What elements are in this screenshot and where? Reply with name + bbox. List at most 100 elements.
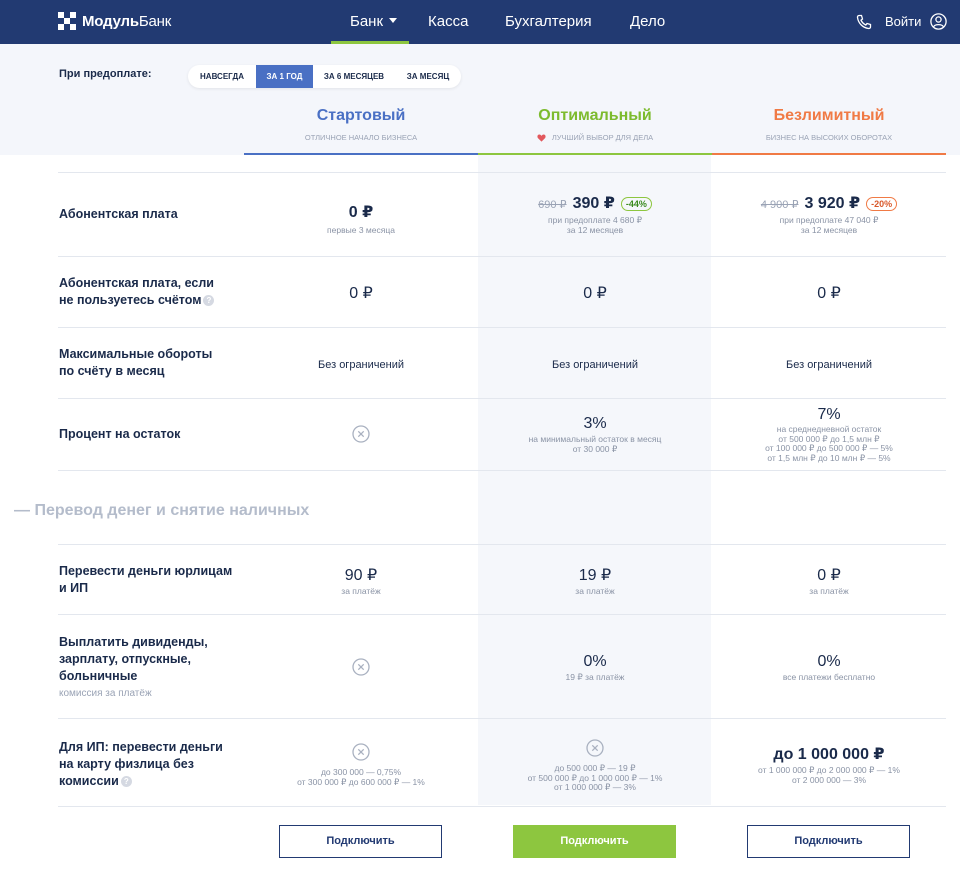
connect-start-button[interactable]: Подключить	[279, 825, 442, 858]
note: все платежи бесплатно	[782, 672, 876, 682]
transfer-start: 90 ₽ за платёж	[244, 565, 478, 597]
plan-underline-unlimited	[712, 153, 946, 155]
fee-unlimited-note: за 12 месяцев	[800, 224, 858, 235]
salary-unlimited: 0% все платежи бесплатно	[712, 653, 946, 683]
plan-name: Оптимальный	[538, 107, 652, 124]
plan-subtitle: ЛУЧШИЙ ВЫБОР ДЛЯ ДЕЛА	[551, 133, 654, 142]
plan-underline-start	[244, 153, 478, 155]
row-divider	[58, 470, 946, 471]
value: Без ограничений	[786, 359, 872, 371]
row-label-fee: Абонентская плата	[59, 207, 178, 221]
row-label-line: не пользуетесь счётом	[59, 293, 202, 307]
prepay-period-switch: НАВСЕГДА ЗА 1 ГОД ЗА 6 МЕСЯЦЕВ ЗА МЕСЯЦ	[188, 65, 461, 88]
logo-icon	[58, 12, 76, 30]
nav-item-bank-label: Банк	[350, 13, 384, 30]
note: от 2 000 000 — 3%	[791, 774, 867, 785]
phone-icon[interactable]	[856, 14, 872, 30]
row-label-line: Максимальные обороты	[59, 347, 213, 361]
note: за платёж	[341, 586, 381, 596]
row-label-note: комиссия за платёж	[59, 688, 152, 699]
row-divider	[58, 806, 946, 807]
nav-item-bank[interactable]: Банк	[350, 0, 398, 44]
transfer-optimal: 19 ₽ за платёж	[478, 565, 712, 597]
row-label-line: и ИП	[59, 581, 89, 595]
row-divider	[58, 614, 946, 615]
note: 19 ₽ за платёж	[565, 672, 625, 682]
not-available-icon	[352, 658, 370, 676]
row-label-line: зарплату, отпускные,	[59, 652, 191, 666]
fee-start-cell: 0 ₽ первые 3 месяца	[244, 202, 478, 236]
logo-text-bold: Модуль	[82, 12, 139, 30]
discount-badge: -44%	[620, 196, 652, 211]
plan-name: Стартовый	[316, 107, 406, 124]
fee-unlimited-value: 3 920 ₽	[804, 195, 861, 212]
value: до 1 000 000 ₽	[773, 746, 885, 763]
row-label-line: больничные	[59, 669, 138, 683]
fee-unused-unlimited: 0 ₽	[712, 283, 946, 303]
plan-header-start[interactable]: Стартовый ОТЛИЧНОЕ НАЧАЛО БИЗНЕСА	[244, 107, 478, 142]
row-label-turnover: Максимальные обороты по счёту в месяц	[59, 346, 212, 380]
plan-header-unlimited[interactable]: Безлимитный БИЗНЕС НА ВЫСОКИХ ОБОРОТАХ	[712, 107, 946, 142]
plan-header-optimal[interactable]: Оптимальный ЛУЧШИЙ ВЫБОР ДЛЯ ДЕЛА	[478, 107, 712, 142]
period-option-1-year[interactable]: ЗА 1 ГОД	[256, 65, 313, 88]
value: Без ограничений	[318, 359, 404, 371]
card-start: до 300 000 — 0,75% от 300 000 ₽ до 600 0…	[244, 743, 478, 787]
connect-optimal-button[interactable]: Подключить	[513, 825, 676, 858]
fee-start-value: 0 ₽	[348, 204, 374, 221]
plan-subtitle: БИЗНЕС НА ВЫСОКИХ ОБОРОТАХ	[765, 133, 893, 142]
row-label-card: Для ИП: перевести деньги на карту физлиц…	[59, 739, 223, 790]
transfer-unlimited: 0 ₽ за платёж	[712, 565, 946, 597]
user-icon[interactable]	[930, 13, 947, 30]
logo-text-light: Банк	[138, 12, 172, 30]
help-icon[interactable]: ?	[120, 776, 132, 788]
row-label-salary: Выплатить дивиденды, зарплату, отпускные…	[59, 634, 208, 702]
logo[interactable]: МодульБанк	[58, 12, 171, 30]
not-available-icon	[352, 425, 370, 443]
row-label-transfer: Перевести деньги юрлицам и ИП	[59, 563, 232, 597]
connect-unlimited-button[interactable]: Подключить	[747, 825, 910, 858]
row-label-fee-unused: Абонентская плата, если не пользуетесь с…	[59, 275, 215, 309]
row-divider	[58, 256, 946, 257]
value: 3%	[583, 415, 607, 432]
turnover-unlimited: Без ограничений	[712, 355, 946, 373]
plan-name: Безлимитный	[773, 107, 885, 124]
interest-start	[244, 425, 478, 448]
nav-item-kassa[interactable]: Касса	[428, 0, 468, 44]
card-optimal: до 500 000 ₽ — 19 ₽ от 500 000 ₽ до 1 00…	[478, 739, 712, 793]
login-link[interactable]: Войти	[885, 0, 921, 44]
value: 0 ₽	[583, 285, 607, 302]
row-label-line: комиссии	[59, 774, 119, 788]
row-divider	[58, 398, 946, 399]
row-label-line: Для ИП: перевести деньги	[59, 740, 223, 754]
nav-item-delo[interactable]: Дело	[630, 0, 665, 44]
row-label-line: на карту физлица без	[59, 757, 194, 771]
interest-optimal: 3% на минимальный остаток в месяц от 30 …	[478, 415, 712, 454]
section-title-transfers: — Перевод денег и снятие наличных	[14, 502, 310, 519]
fee-optimal-cell: 690 ₽390 ₽ -44% при предоплате 4 680 ₽ за…	[478, 193, 712, 235]
help-icon[interactable]: ?	[203, 295, 215, 307]
value: 19 ₽	[578, 567, 612, 584]
row-divider	[58, 718, 946, 719]
fee-start-note: первые 3 месяца	[327, 225, 395, 235]
value: 0 ₽	[817, 567, 841, 584]
row-label-interest: Процент на остаток	[59, 427, 181, 441]
period-option-6-months[interactable]: ЗА 6 МЕСЯЦЕВ	[313, 65, 395, 88]
logo-text: МодульБанк	[82, 13, 171, 30]
value: 0 ₽	[349, 285, 373, 302]
value: 0 ₽	[817, 285, 841, 302]
not-available-icon	[586, 739, 604, 757]
value: 7%	[817, 406, 841, 423]
period-option-month[interactable]: ЗА МЕСЯЦ	[395, 65, 461, 88]
note: за платёж	[575, 586, 615, 596]
fee-unlimited-cell: 4 900 ₽3 920 ₽ -20% при предоплате 47 040…	[712, 193, 946, 235]
prepay-label: При предоплате:	[59, 68, 152, 80]
note: от 1 000 000 ₽ — 3%	[554, 782, 636, 792]
not-available-icon	[352, 743, 370, 761]
row-divider	[58, 172, 946, 173]
fee-unused-start: 0 ₽	[244, 283, 478, 303]
note: от 1,5 млн ₽ до 10 млн ₽ — 5%	[767, 452, 891, 463]
period-option-forever[interactable]: НАВСЕГДА	[188, 65, 256, 88]
nav-item-accounting[interactable]: Бухгалтерия	[505, 0, 592, 44]
row-label-line: Абонентская плата, если	[59, 276, 214, 290]
card-unlimited: до 1 000 000 ₽ от 1 000 000 ₽ до 2 000 0…	[712, 744, 946, 785]
